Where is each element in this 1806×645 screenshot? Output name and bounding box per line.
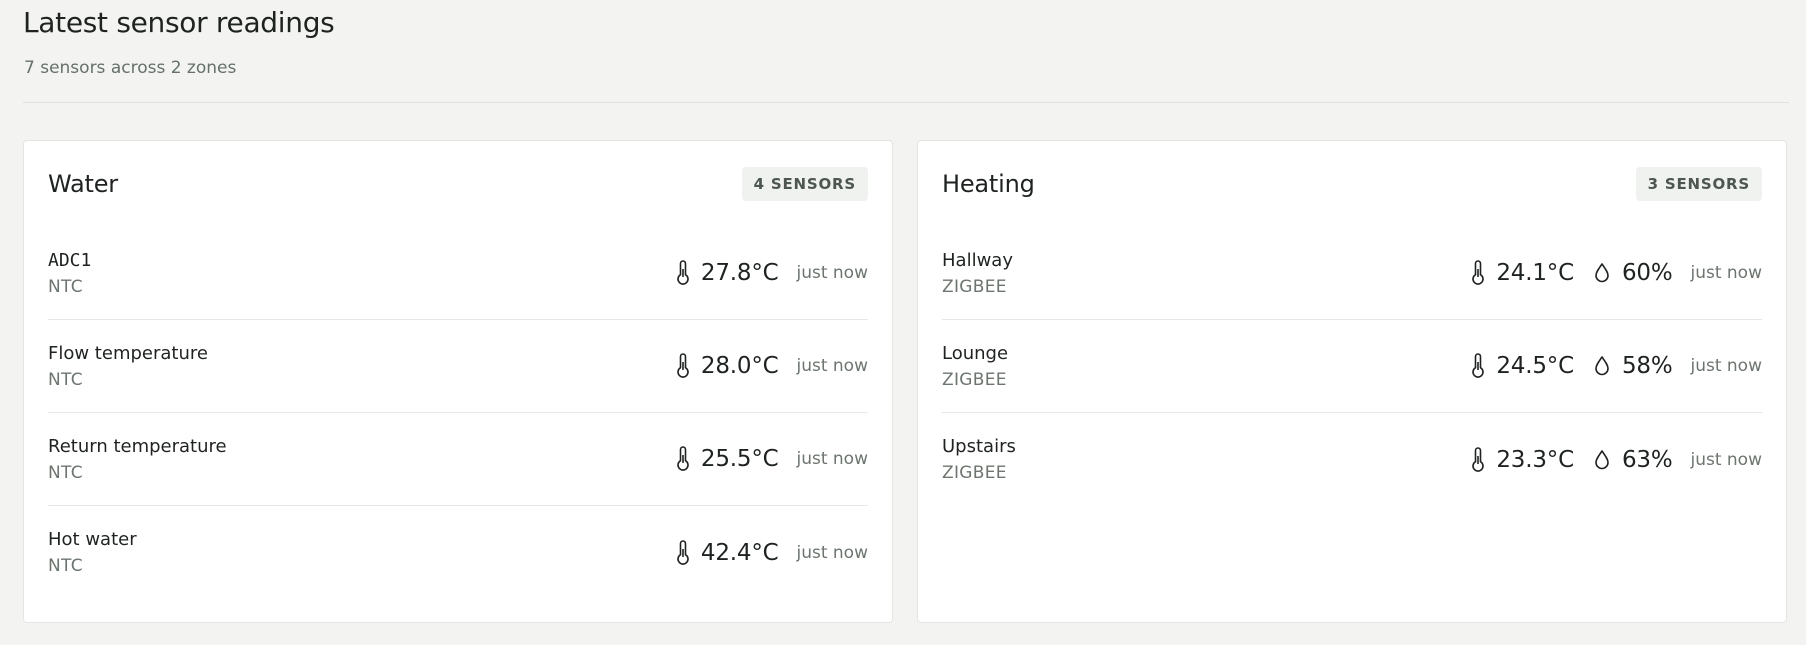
- header-divider: [23, 102, 1789, 103]
- temperature-value: 25.5°C: [700, 446, 779, 472]
- temperature-value: 28.0°C: [700, 353, 779, 379]
- sensor-type: NTC: [48, 462, 83, 483]
- sensor-type: ZIGBEE: [942, 463, 1007, 483]
- thermometer-icon: [675, 260, 691, 286]
- sensor-list: ADC1 NTC 27.8°C just now Flow temperatur…: [48, 227, 868, 599]
- zone-card-header: Heating 3 SENSORS: [942, 165, 1762, 203]
- sensor-type: NTC: [48, 556, 83, 576]
- sensor-row-flow-temperature[interactable]: Flow temperature NTC 28.0°C just now: [48, 320, 868, 413]
- sensor-row-hot-water[interactable]: Hot water NTC 42.4°C just now: [48, 506, 868, 599]
- zone-card-heating: Heating 3 SENSORS Hallway ZIGBEE 24.1°C: [917, 140, 1787, 623]
- last-updated: just now: [796, 542, 868, 563]
- zone-card-water: Water 4 SENSORS ADC1 NTC 27.8°C just now: [23, 140, 893, 623]
- thermometer-icon: [675, 446, 691, 472]
- sensor-count-badge: 3 SENSORS: [1635, 167, 1762, 201]
- zone-title: Heating: [942, 170, 1035, 198]
- last-updated: just now: [1690, 449, 1762, 470]
- sensor-row-adc1[interactable]: ADC1 NTC 27.8°C just now: [48, 227, 868, 320]
- temperature-value: 42.4°C: [700, 539, 779, 566]
- sensor-type: ZIGBEE: [942, 276, 1007, 297]
- sensor-name: Flow temperature: [48, 342, 208, 364]
- temperature-value: 24.1°C: [1496, 260, 1574, 286]
- humidity-value: 60%: [1621, 260, 1673, 286]
- sensor-row-upstairs[interactable]: Upstairs ZIGBEE 23.3°C 63% just now: [942, 413, 1762, 506]
- sensor-type: ZIGBEE: [942, 369, 1007, 390]
- last-updated: just now: [796, 449, 868, 469]
- droplet-icon: [1592, 448, 1612, 472]
- last-updated: just now: [796, 263, 868, 283]
- sensor-name: Hallway: [942, 249, 1013, 271]
- sensor-row-return-temperature[interactable]: Return temperature NTC 25.5°C just now: [48, 413, 868, 506]
- sensor-row-hallway[interactable]: Hallway ZIGBEE 24.1°C 60% just now: [942, 227, 1762, 320]
- thermometer-icon: [675, 539, 691, 566]
- sensor-type: NTC: [48, 276, 83, 297]
- temperature-value: 24.5°C: [1496, 353, 1574, 379]
- sensor-name: Return temperature: [48, 435, 227, 457]
- droplet-icon: [1592, 354, 1612, 378]
- sensor-list: Hallway ZIGBEE 24.1°C 60% just now Loung…: [942, 227, 1762, 506]
- sensor-name: Upstairs: [942, 436, 1016, 457]
- last-updated: just now: [796, 356, 868, 376]
- temperature-value: 23.3°C: [1496, 446, 1574, 473]
- droplet-icon: [1592, 261, 1612, 285]
- sensor-name: Hot water: [48, 529, 137, 550]
- page-subtitle: 7 sensors across 2 zones: [24, 58, 237, 78]
- zone-card-header: Water 4 SENSORS: [48, 165, 868, 203]
- humidity-value: 63%: [1621, 446, 1673, 473]
- last-updated: just now: [1690, 356, 1762, 376]
- temperature-value: 27.8°C: [700, 260, 779, 286]
- thermometer-icon: [675, 353, 691, 379]
- thermometer-icon: [1470, 446, 1486, 473]
- sensor-type: NTC: [48, 369, 83, 390]
- page-title: Latest sensor readings: [23, 6, 335, 39]
- last-updated: just now: [1690, 263, 1762, 283]
- humidity-value: 58%: [1621, 353, 1673, 379]
- sensor-name: ADC1: [48, 249, 92, 271]
- sensor-name: Lounge: [942, 342, 1009, 364]
- thermometer-icon: [1470, 353, 1486, 379]
- zone-title: Water: [48, 170, 118, 198]
- sensor-count-badge: 4 SENSORS: [741, 167, 868, 201]
- sensor-readings-page: Latest sensor readings 7 sensors across …: [0, 0, 1806, 645]
- sensor-row-lounge[interactable]: Lounge ZIGBEE 24.5°C 58% just now: [942, 320, 1762, 413]
- thermometer-icon: [1470, 260, 1486, 286]
